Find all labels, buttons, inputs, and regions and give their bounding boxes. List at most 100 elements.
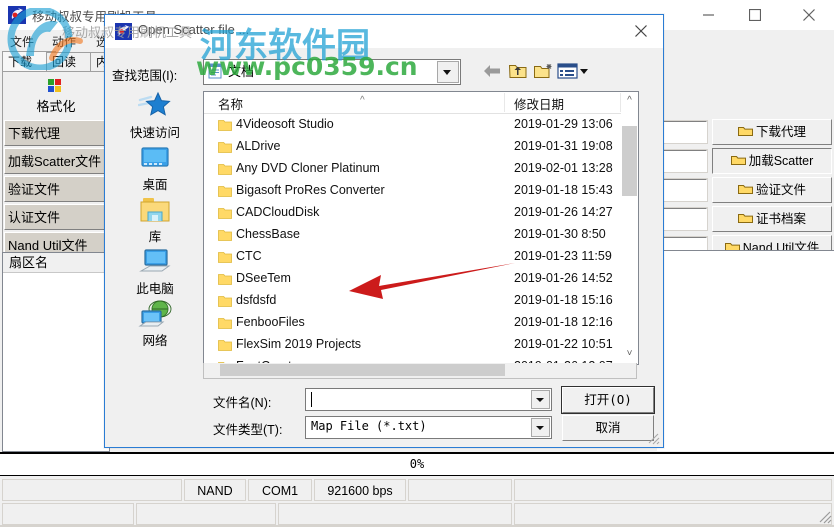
horizontal-scrollbar[interactable] — [203, 363, 637, 379]
menu-action[interactable]: 动作 — [46, 32, 82, 51]
file-type-select[interactable]: Map File (*.txt) — [305, 416, 552, 439]
scroll-down-icon[interactable]: ˅ — [621, 345, 638, 362]
sector-list-header: 扇区名 — [3, 253, 107, 273]
right-button-download-agent[interactable]: 下载代理 — [712, 119, 832, 145]
left-button-load-scatter[interactable]: 加载Scatter文件 — [4, 148, 108, 174]
cancel-button[interactable]: 取消 — [562, 415, 654, 441]
right-button-cert-archive[interactable]: 证书档案 — [712, 206, 832, 232]
chevron-down-icon[interactable] — [437, 61, 459, 83]
file-row[interactable]: ChessBase 2019-01-30 8:50 — [204, 225, 618, 247]
file-name: CTC — [236, 249, 262, 263]
file-name: FenbooFiles — [236, 315, 305, 329]
sort-ascending-icon: ^ — [360, 95, 365, 106]
field-load-scatter[interactable] — [656, 149, 708, 173]
format-icon — [47, 78, 63, 94]
file-row[interactable]: CTC 2019-01-23 11:59 — [204, 247, 618, 269]
right-button-load-scatter[interactable]: 加载Scatter — [712, 148, 832, 174]
folder-icon — [218, 141, 232, 154]
file-row[interactable]: dsfdsfd 2019-01-18 15:16 — [204, 291, 618, 313]
file-name: Any DVD Cloner Platinum — [236, 161, 380, 175]
right-button-verify-file[interactable]: 验证文件 — [712, 177, 832, 203]
file-name: ChessBase — [236, 227, 300, 241]
status-cell-blank — [2, 479, 182, 501]
folder-icon — [218, 163, 232, 176]
file-name: DSeeTem — [236, 271, 291, 285]
dialog-title: Open Scatter file ... — [138, 22, 250, 37]
sector-list[interactable]: 扇区名 — [2, 252, 110, 452]
field-cert-archive[interactable] — [656, 207, 708, 231]
resize-grip-icon[interactable] — [818, 510, 832, 524]
file-name-input[interactable] — [305, 388, 552, 411]
place-label: 此电脑 — [136, 282, 174, 296]
scrollbar-thumb[interactable] — [220, 364, 505, 376]
file-list[interactable]: 名称 ^ 修改日期 4Videosoft Studio 2019-01-29 1… — [203, 91, 639, 365]
field-download-agent[interactable] — [656, 120, 708, 144]
file-name: ALDrive — [236, 139, 281, 153]
file-row[interactable]: DSeeTem 2019-01-26 14:52 — [204, 269, 618, 291]
column-header-name[interactable]: 名称 — [218, 94, 243, 113]
place-this-pc[interactable]: 此电脑 — [112, 247, 198, 301]
menu-file[interactable]: 文件 — [4, 32, 40, 51]
file-type-label: 文件类型(T): — [213, 423, 283, 437]
file-date: 2019-01-30 8:50 — [514, 227, 606, 241]
place-quick-access[interactable]: 快速访问 — [112, 91, 198, 145]
file-row[interactable]: CADCloudDisk 2019-01-26 14:27 — [204, 203, 618, 225]
desktop-icon — [138, 143, 172, 173]
open-button[interactable]: 打开(O) — [561, 386, 655, 414]
window-close-button[interactable] — [786, 0, 832, 30]
look-in-value: 文档 — [228, 64, 255, 79]
status-row2-cell2 — [136, 503, 276, 525]
vertical-scrollbar[interactable]: ^ ˅ — [621, 92, 638, 362]
open-file-dialog: Open Scatter file ... 查找范围(I): 文档 快速访问 桌… — [104, 14, 664, 448]
folder-icon — [218, 295, 232, 308]
place-network[interactable]: 网络 — [112, 299, 198, 353]
progress-percent: 0% — [409, 457, 425, 471]
scrollbar-thumb[interactable] — [622, 126, 637, 196]
view-mode-icon[interactable] — [557, 61, 591, 81]
file-date: 2019-01-18 15:43 — [514, 183, 613, 197]
status-row2-cell1 — [2, 503, 134, 525]
file-row[interactable]: Any DVD Cloner Platinum 2019-02-01 13:28 — [204, 159, 618, 181]
chevron-down-icon[interactable] — [531, 390, 550, 409]
window-minimize-button[interactable] — [686, 0, 732, 30]
file-name-label: 文件名(N): — [213, 396, 272, 410]
folder-icon — [737, 208, 753, 223]
place-label: 网络 — [142, 334, 168, 348]
scroll-up-icon[interactable]: ^ — [621, 92, 638, 109]
folder-icon — [218, 185, 232, 198]
this-pc-icon — [138, 247, 172, 277]
folder-icon — [730, 150, 746, 165]
place-desktop[interactable]: 桌面 — [112, 143, 198, 197]
chevron-down-icon[interactable] — [531, 418, 550, 437]
look-in-combobox[interactable]: 文档 — [203, 59, 461, 85]
new-folder-icon[interactable] — [532, 61, 554, 81]
column-header-date[interactable]: 修改日期 — [514, 94, 564, 113]
folder-icon — [737, 179, 753, 194]
folder-icon — [218, 207, 232, 220]
window-maximize-button[interactable] — [732, 0, 778, 30]
file-row[interactable]: FlexSim 2019 Projects 2019-01-22 10:51 — [204, 335, 618, 357]
left-button-download-agent[interactable]: 下载代理 — [4, 120, 108, 146]
place-library[interactable]: 库 — [112, 195, 198, 249]
file-list-header: 名称 ^ 修改日期 — [204, 92, 638, 114]
format-label: 格式化 — [36, 99, 76, 114]
right-button-label: 加载Scatter — [748, 154, 814, 168]
left-button-auth-file[interactable]: 认证文件 — [4, 204, 108, 230]
folder-icon — [218, 119, 232, 132]
file-row[interactable]: FenbooFiles 2019-01-18 12:16 — [204, 313, 618, 335]
dialog-close-button[interactable] — [618, 15, 663, 47]
dialog-resize-grip-icon[interactable] — [647, 432, 660, 445]
folder-icon — [218, 251, 232, 264]
file-row[interactable]: ALDrive 2019-01-31 19:08 — [204, 137, 618, 159]
left-button-verify-file[interactable]: 验证文件 — [4, 176, 108, 202]
up-folder-icon[interactable] — [507, 61, 529, 81]
file-row[interactable]: Bigasoft ProRes Converter 2019-01-18 15:… — [204, 181, 618, 203]
back-icon[interactable] — [481, 61, 503, 81]
file-type-value: Map File (*.txt) — [311, 419, 427, 433]
app-icon — [8, 6, 26, 24]
file-name: dsfdsfd — [236, 293, 277, 307]
field-verify-file[interactable] — [656, 178, 708, 202]
folder-icon — [218, 339, 232, 352]
file-name: FlexSim 2019 Projects — [236, 337, 362, 351]
file-row[interactable]: 4Videosoft Studio 2019-01-29 13:06 — [204, 115, 618, 137]
